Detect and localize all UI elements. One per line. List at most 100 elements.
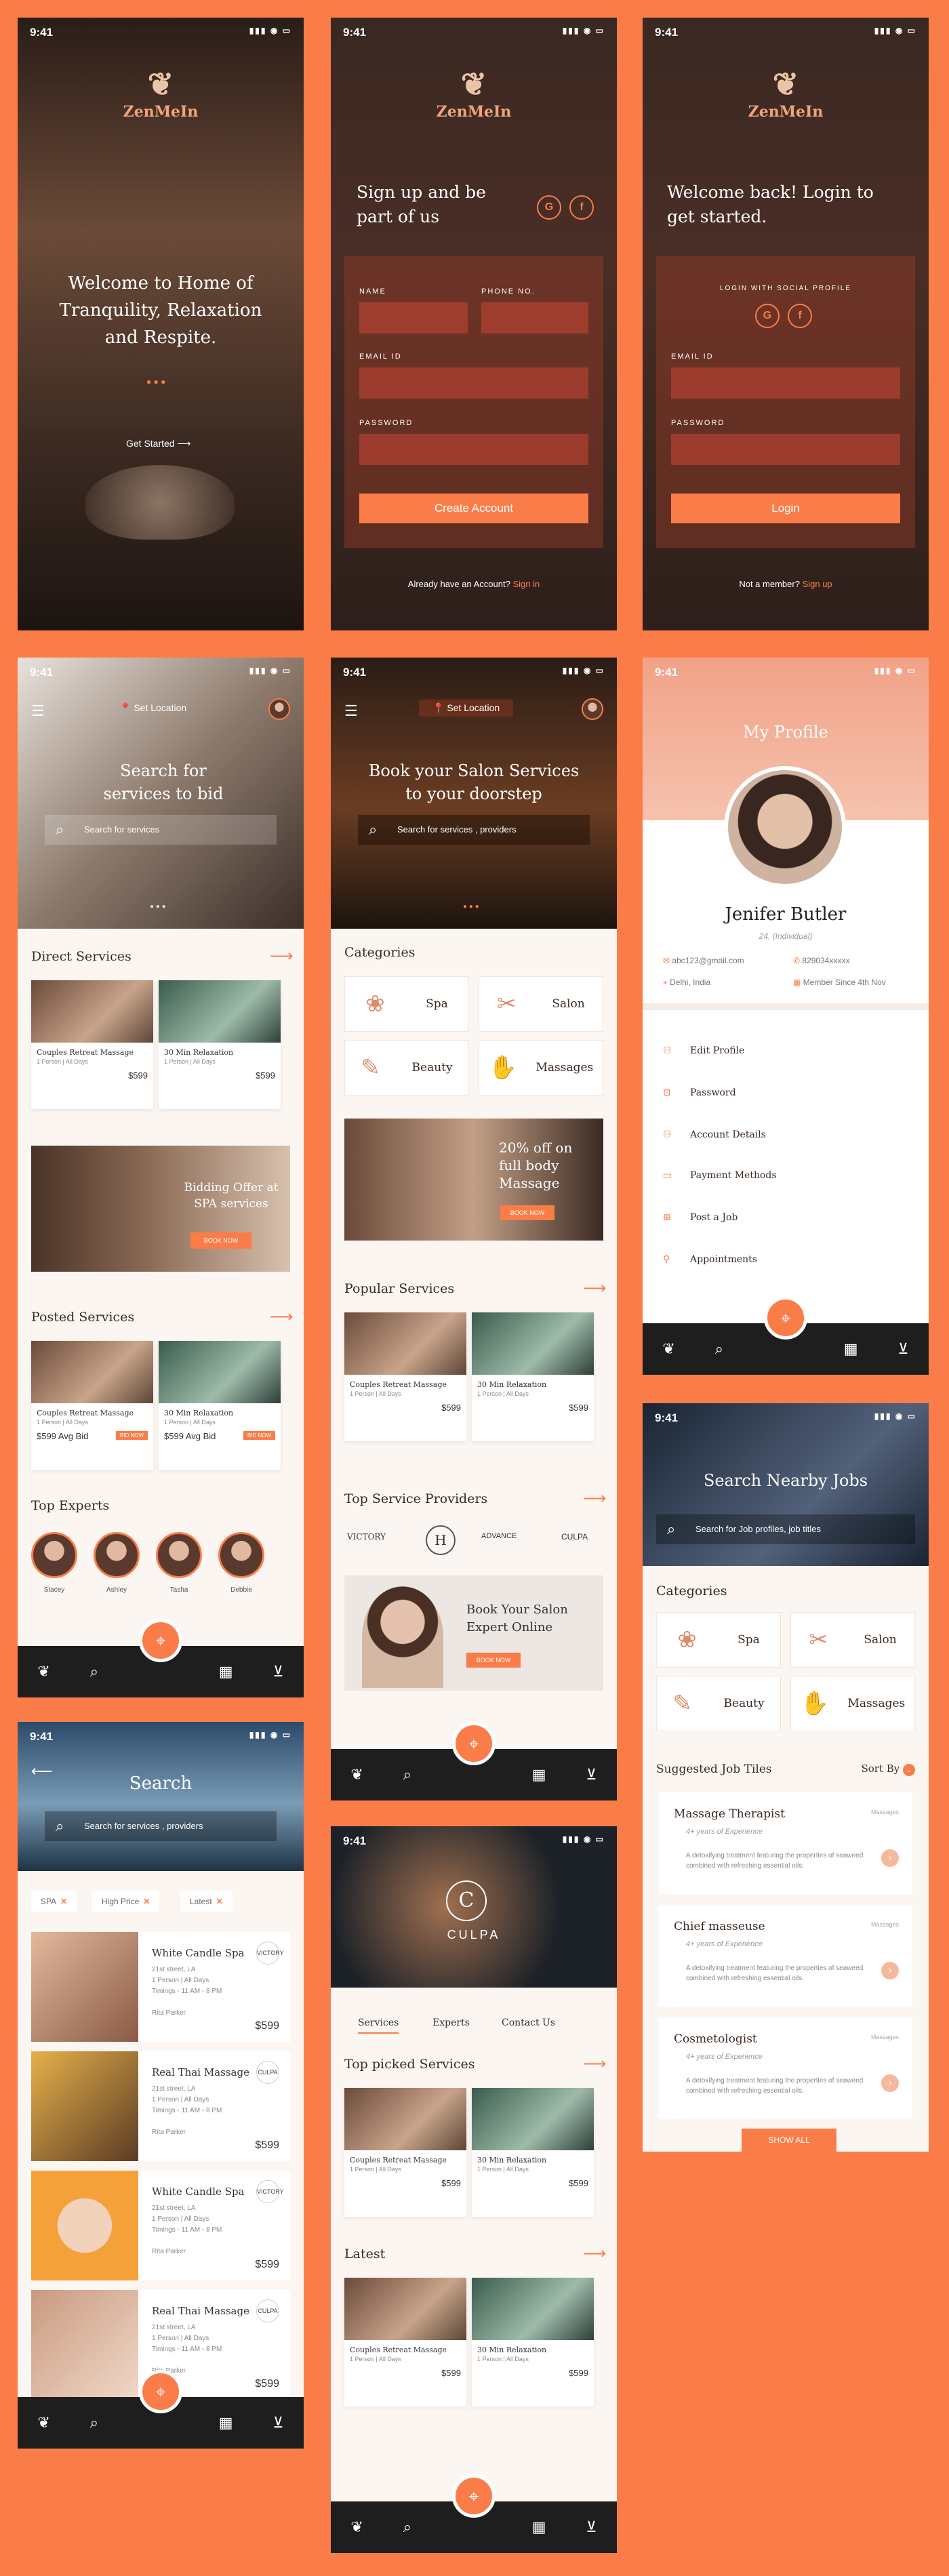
job-card[interactable]: Chief masseuse 4+ years of Experience A de… — [659, 1905, 912, 2007]
calendar-icon[interactable]: ▦ — [532, 1766, 546, 1784]
service-card[interactable]: Couples Retreat Massage 1 Person | All Da… — [344, 2088, 466, 2217]
brand-culpa-logo[interactable]: CULPA — [561, 1532, 588, 1542]
direct-services-arrow-icon[interactable]: ⟶ — [270, 946, 293, 966]
email-field[interactable] — [671, 367, 900, 399]
user-avatar[interactable] — [582, 698, 603, 720]
calendar-icon[interactable]: ▦ — [219, 1663, 233, 1681]
service-card[interactable]: 30 Min Relaxation 1 Person | All Days $599 — [472, 2278, 594, 2407]
menu-payment-methods[interactable]: ▭ Payment Methods — [663, 1170, 777, 1181]
create-account-button[interactable]: Create Account — [359, 494, 588, 523]
profile-photo[interactable] — [724, 766, 846, 888]
category-salon[interactable]: ✂ Salon — [790, 1612, 915, 1668]
category-beauty[interactable]: ✎ Beauty — [656, 1676, 781, 1731]
calendar-icon[interactable]: ▦ — [844, 1340, 858, 1358]
book-now-button[interactable]: BOOK NOW — [466, 1653, 521, 1668]
top-picked-arrow-icon[interactable]: ⟶ — [583, 2054, 606, 2074]
list-item[interactable]: White Candle Spa 21st street, LA 1 Person … — [31, 2171, 290, 2280]
password-field[interactable] — [671, 434, 900, 465]
cart-icon[interactable]: ⊻ — [897, 1340, 908, 1358]
search-icon[interactable]: ⌕ — [90, 2414, 98, 2432]
posted-services-arrow-icon[interactable]: ⟶ — [270, 1307, 293, 1327]
expert-avatar[interactable] — [156, 1532, 202, 1578]
chevron-right-icon[interactable]: › — [881, 1849, 899, 1867]
menu-account-details[interactable]: ⚇ Account Details — [663, 1129, 766, 1140]
search-input[interactable]: ⌕ Search for services — [45, 815, 277, 845]
category-massages[interactable]: ✋ Massages — [790, 1676, 915, 1731]
email-field[interactable] — [359, 367, 588, 399]
posted-card[interactable]: Couples Retreat Massage 1 Person | All Da… — [31, 1341, 153, 1470]
expert-avatar[interactable] — [94, 1532, 140, 1578]
service-card[interactable]: 30 Min Relaxation 1 Person | All Days $599 — [472, 2088, 594, 2217]
list-item[interactable]: Real Thai Massage 21st street, LA 1 Person… — [31, 2051, 290, 2161]
leaf-icon[interactable]: ❦ — [350, 2518, 363, 2536]
brand-h-logo[interactable]: H — [426, 1525, 456, 1555]
popular-services-arrow-icon[interactable]: ⟶ — [583, 1279, 606, 1298]
tab-services[interactable]: Services — [358, 2017, 399, 2034]
google-icon[interactable]: G — [755, 304, 780, 328]
calendar-icon[interactable]: ▦ — [532, 2518, 546, 2536]
show-all-button[interactable]: SHOW ALL — [742, 2129, 836, 2152]
job-card[interactable]: Cosmetologist 4+ years of Experience A det… — [659, 2017, 912, 2119]
name-field[interactable] — [359, 302, 468, 334]
category-salon[interactable]: ✂ Salon — [479, 976, 603, 1032]
tab-experts[interactable]: Experts — [432, 2017, 470, 2028]
posted-card[interactable]: 30 Min Relaxation 1 Person | All Days $599… — [159, 1341, 281, 1470]
location-fab-icon[interactable]: ⌖ — [452, 2474, 496, 2518]
cart-icon[interactable]: ⊻ — [586, 2518, 597, 2536]
chevron-right-icon[interactable]: › — [881, 2074, 899, 2092]
brand-victory-logo[interactable]: VICTORY — [347, 1532, 386, 1542]
signup-link[interactable]: Sign up — [803, 579, 832, 589]
service-card[interactable]: 30 Min Relaxation 1 Person | All Days $599 — [472, 1312, 594, 1441]
leaf-icon[interactable]: ❦ — [37, 2414, 49, 2432]
service-card[interactable]: Couples Retreat Massage 1 Person | All Da… — [344, 2278, 466, 2407]
sort-by-button[interactable]: Sort By ⌄ — [861, 1763, 915, 1776]
service-card[interactable]: Couples Retreat Massage 1 Person | All Da… — [344, 1312, 466, 1441]
search-icon[interactable]: ⌕ — [715, 1340, 723, 1358]
user-avatar[interactable] — [268, 698, 290, 720]
list-item[interactable]: White Candle Spa 21st street, LA 1 Person … — [31, 1932, 290, 2042]
tab-contact[interactable]: Contact Us — [502, 2017, 555, 2028]
filter-chip[interactable]: SPA ✕ — [31, 1891, 77, 1912]
cart-icon[interactable]: ⊻ — [586, 1766, 597, 1784]
facebook-icon[interactable]: f — [788, 304, 812, 328]
menu-edit-profile[interactable]: ⚇ Edit Profile — [663, 1045, 744, 1056]
book-now-button[interactable]: BOOK NOW — [500, 1205, 554, 1220]
location-fab-icon[interactable]: ⌖ — [139, 1619, 182, 1662]
location-fab-icon[interactable]: ⌖ — [452, 1722, 496, 1765]
expert-avatar[interactable] — [218, 1532, 264, 1578]
phone-field[interactable] — [481, 302, 588, 334]
search-input[interactable]: ⌕ Search for services , providers — [45, 1811, 277, 1841]
close-icon[interactable]: ✕ — [143, 1897, 150, 1906]
filter-chip[interactable]: High Price ✕ — [92, 1891, 160, 1912]
menu-password[interactable]: ⊡ Password — [663, 1087, 736, 1098]
job-card[interactable]: Massage Therapist 4+ years of Experience A… — [659, 1792, 912, 1894]
hamburger-icon[interactable]: ☰ — [31, 702, 45, 720]
leaf-icon[interactable]: ❦ — [350, 1766, 363, 1784]
set-location-button[interactable]: 📍 Set Location — [119, 702, 186, 714]
get-started-button[interactable]: Get Started ⟶ — [126, 438, 191, 449]
password-field[interactable] — [359, 434, 588, 465]
latest-arrow-icon[interactable]: ⟶ — [583, 2244, 606, 2263]
close-icon[interactable]: ✕ — [60, 1897, 67, 1906]
job-search-input[interactable]: ⌕ Search for Job profiles, job titles — [656, 1514, 915, 1544]
category-massages[interactable]: ✋ Massages — [479, 1040, 603, 1095]
signin-link[interactable]: Sign in — [512, 579, 540, 589]
set-location-button[interactable]: 📍 Set Location — [419, 700, 514, 717]
search-icon[interactable]: ⌕ — [403, 2518, 411, 2536]
login-button[interactable]: Login — [671, 494, 900, 523]
bid-now-button[interactable]: BID NOW — [243, 1431, 275, 1440]
brand-advance-logo[interactable]: ADVANCE — [481, 1532, 517, 1540]
location-fab-icon[interactable]: ⌖ — [764, 1296, 807, 1340]
cart-icon[interactable]: ⊻ — [272, 2414, 283, 2432]
leaf-icon[interactable]: ❦ — [37, 1663, 49, 1681]
facebook-icon[interactable]: f — [569, 195, 594, 220]
service-card[interactable]: 30 Min Relaxation 1 Person | All Days $599 — [159, 980, 281, 1109]
close-icon[interactable]: ✕ — [216, 1897, 223, 1906]
leaf-icon[interactable]: ❦ — [662, 1340, 674, 1358]
menu-appointments[interactable]: ⚲ Appointments — [663, 1254, 757, 1265]
book-now-button[interactable]: BOOK NOW — [190, 1232, 251, 1249]
menu-post-job[interactable]: ⊞ Post a Job — [663, 1212, 738, 1223]
search-input[interactable]: ⌕ Search for services , providers — [358, 815, 590, 845]
service-card[interactable]: Couples Retreat Massage 1 Person | All Da… — [31, 980, 153, 1109]
chevron-right-icon[interactable]: › — [881, 1962, 899, 1979]
